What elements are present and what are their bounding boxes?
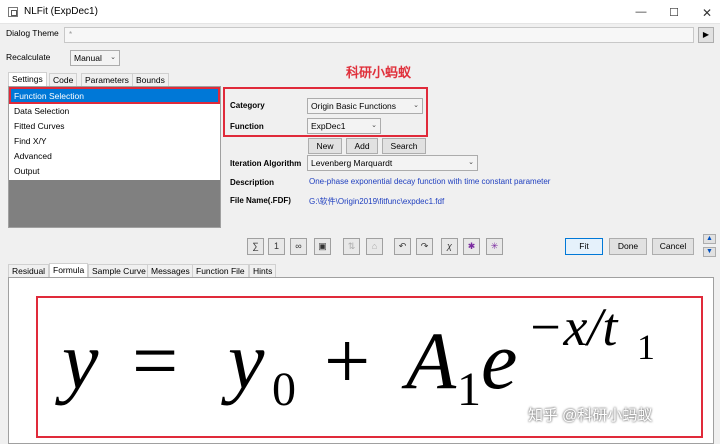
close-icon[interactable]: ✕ xyxy=(700,6,714,20)
add-button[interactable]: Add xyxy=(346,138,378,154)
list-item-data-selection[interactable]: Data Selection xyxy=(11,104,219,119)
formula-A-subscript: 1 xyxy=(457,363,481,416)
formula-e: e xyxy=(481,315,518,406)
formula-y0-subscript: 0 xyxy=(272,363,296,416)
fit-button[interactable]: Fit xyxy=(565,238,603,255)
new-button[interactable]: New xyxy=(308,138,342,154)
tab-code[interactable]: Code xyxy=(49,73,78,86)
chevron-down-icon: ⌄ xyxy=(110,54,116,61)
formula-exponent-subscript: 1 xyxy=(637,327,655,367)
fit-one-icon[interactable]: 1 xyxy=(268,238,285,255)
formula-y: y xyxy=(62,315,99,406)
list-item-advanced[interactable]: Advanced xyxy=(11,149,219,164)
tree-icon[interactable]: ⌂ xyxy=(366,238,383,255)
title-bar: NLFit (ExpDec1) — ☐ ✕ xyxy=(0,0,720,24)
tab-formula[interactable]: Formula xyxy=(49,263,89,277)
formula-exponent: −x/t xyxy=(527,297,618,357)
theme-menu-arrow-icon[interactable]: ▶ xyxy=(698,27,714,43)
tab-function-file[interactable]: Function File xyxy=(192,264,249,277)
highlight-box-function xyxy=(223,87,428,137)
tab-hints[interactable]: Hints xyxy=(249,264,277,277)
highlight-box-selection xyxy=(9,87,220,104)
minimize-icon[interactable]: — xyxy=(634,6,648,18)
chi-square-icon[interactable]: χ xyxy=(441,238,458,255)
recalculate-combo[interactable]: Manual ⌄ xyxy=(70,50,120,66)
recalculate-value: Manual xyxy=(74,53,102,63)
formula-plus: + xyxy=(324,315,371,406)
app-icon xyxy=(8,7,18,17)
iteration-label: Iteration Algorithm xyxy=(230,159,302,168)
tab-bounds[interactable]: Bounds xyxy=(132,73,169,86)
redo-icon[interactable]: ↷ xyxy=(416,238,433,255)
fit-all-icon[interactable]: ∑ xyxy=(247,238,264,255)
done-button[interactable]: Done xyxy=(609,238,647,255)
list-item-find-xy[interactable]: Find X/Y xyxy=(11,134,219,149)
dialog-theme-label: Dialog Theme xyxy=(6,28,59,38)
tab-settings[interactable]: Settings xyxy=(8,72,47,86)
sort-icon[interactable]: ⇅ xyxy=(343,238,360,255)
tab-parameters[interactable]: Parameters xyxy=(81,73,133,86)
iteration-value: Levenberg Marquardt xyxy=(311,158,393,168)
iteration-combo[interactable]: Levenberg Marquardt ⌄ xyxy=(307,155,478,171)
red-watermark: 科研小蚂蚁 xyxy=(346,65,412,80)
cancel-button[interactable]: Cancel xyxy=(652,238,694,255)
list-item-fitted-curves[interactable]: Fitted Curves xyxy=(11,119,219,134)
window-title: NLFit (ExpDec1) xyxy=(24,6,98,17)
undo-icon[interactable]: ↶ xyxy=(394,238,411,255)
top-tab-strip: Settings Code Parameters Bounds xyxy=(8,72,228,87)
parameter-reset-icon[interactable]: ✳ xyxy=(486,238,503,255)
maximize-icon[interactable]: ☐ xyxy=(667,6,681,19)
bottom-tab-strip: Residual Formula Sample Curve Messages F… xyxy=(8,263,308,278)
chevron-down-icon: ⌄ xyxy=(468,159,474,166)
search-button[interactable]: Search xyxy=(382,138,426,154)
description-value: One-phase exponential decay function wit… xyxy=(309,177,551,186)
collapse-up-icon[interactable]: ▲ xyxy=(703,234,716,244)
parameter-fix-icon[interactable]: ✱ xyxy=(463,238,480,255)
tab-messages[interactable]: Messages xyxy=(147,264,194,277)
tab-residual[interactable]: Residual xyxy=(8,264,50,277)
settings-list: Function Selection Data Selection Fitted… xyxy=(8,86,221,228)
zhihu-watermark: 知乎 @科研小蚂蚁 xyxy=(528,407,653,424)
save-icon[interactable]: ▣ xyxy=(314,238,331,255)
recalculate-label: Recalculate xyxy=(6,52,51,62)
tab-sample-curve[interactable]: Sample Curve xyxy=(88,264,150,277)
expand-down-icon[interactable]: ▼ xyxy=(703,247,716,257)
file-name-value: G:\软件\Origin2019\fitfunc\expdec1.fdf xyxy=(309,197,445,206)
list-item-output[interactable]: Output xyxy=(11,164,219,179)
formula-y0: y xyxy=(228,315,265,406)
file-name-label: File Name(.FDF) xyxy=(230,196,291,205)
dialog-theme-combo[interactable]: * xyxy=(64,27,694,43)
formula-equals: = xyxy=(132,315,179,406)
description-label: Description xyxy=(230,178,275,187)
list-empty-area xyxy=(9,180,220,227)
formula-A: A xyxy=(406,315,457,406)
fit-until-converged-icon[interactable]: ∞ xyxy=(290,238,307,255)
